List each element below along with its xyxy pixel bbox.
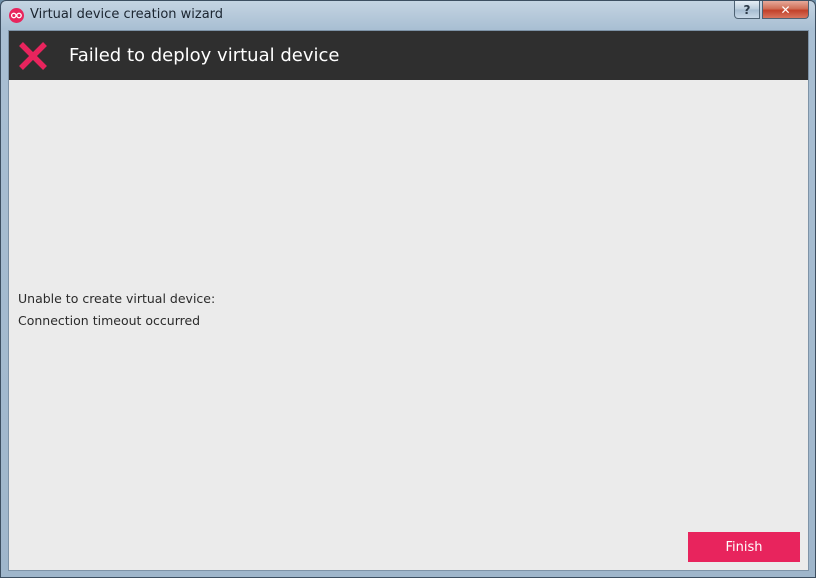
- window-title: Virtual device creation wizard: [30, 7, 224, 22]
- app-logo-icon: [9, 8, 24, 23]
- wizard-content: Failed to deploy virtual device Unable t…: [8, 30, 809, 571]
- finish-button[interactable]: Finish: [688, 532, 800, 562]
- help-icon: ?: [743, 2, 751, 17]
- error-message-line-1: Unable to create virtual device:: [18, 291, 216, 306]
- error-message-line-2: Connection timeout occurred: [18, 313, 201, 328]
- error-message: Unable to create virtual device: Connect…: [18, 288, 215, 332]
- help-button[interactable]: ?: [734, 1, 760, 19]
- close-button[interactable]: ✕: [762, 1, 809, 19]
- error-x-icon: [19, 42, 47, 70]
- title-bar[interactable]: Virtual device creation wizard ? ✕: [1, 1, 815, 29]
- close-icon: ✕: [780, 2, 791, 17]
- wizard-header: Failed to deploy virtual device: [9, 31, 808, 80]
- caption-buttons: ? ✕: [734, 1, 809, 20]
- wizard-window: Virtual device creation wizard ? ✕ Faile…: [0, 0, 816, 578]
- page-title: Failed to deploy virtual device: [69, 45, 340, 66]
